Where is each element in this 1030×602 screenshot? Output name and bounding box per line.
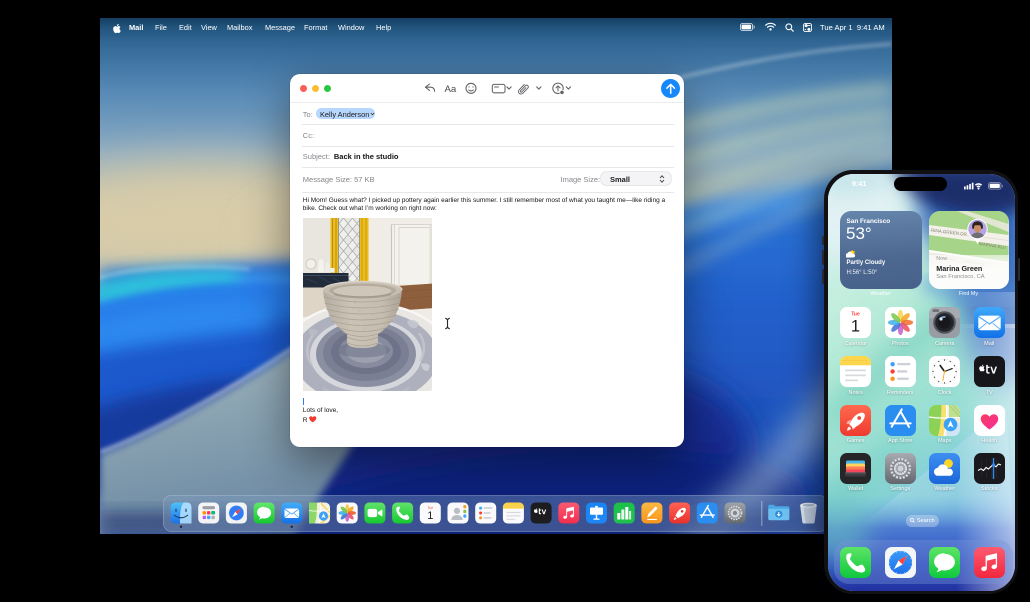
svg-text:1: 1: [851, 318, 860, 336]
svg-text:1: 1: [427, 510, 433, 522]
svg-text:Aa: Aa: [445, 84, 457, 95]
